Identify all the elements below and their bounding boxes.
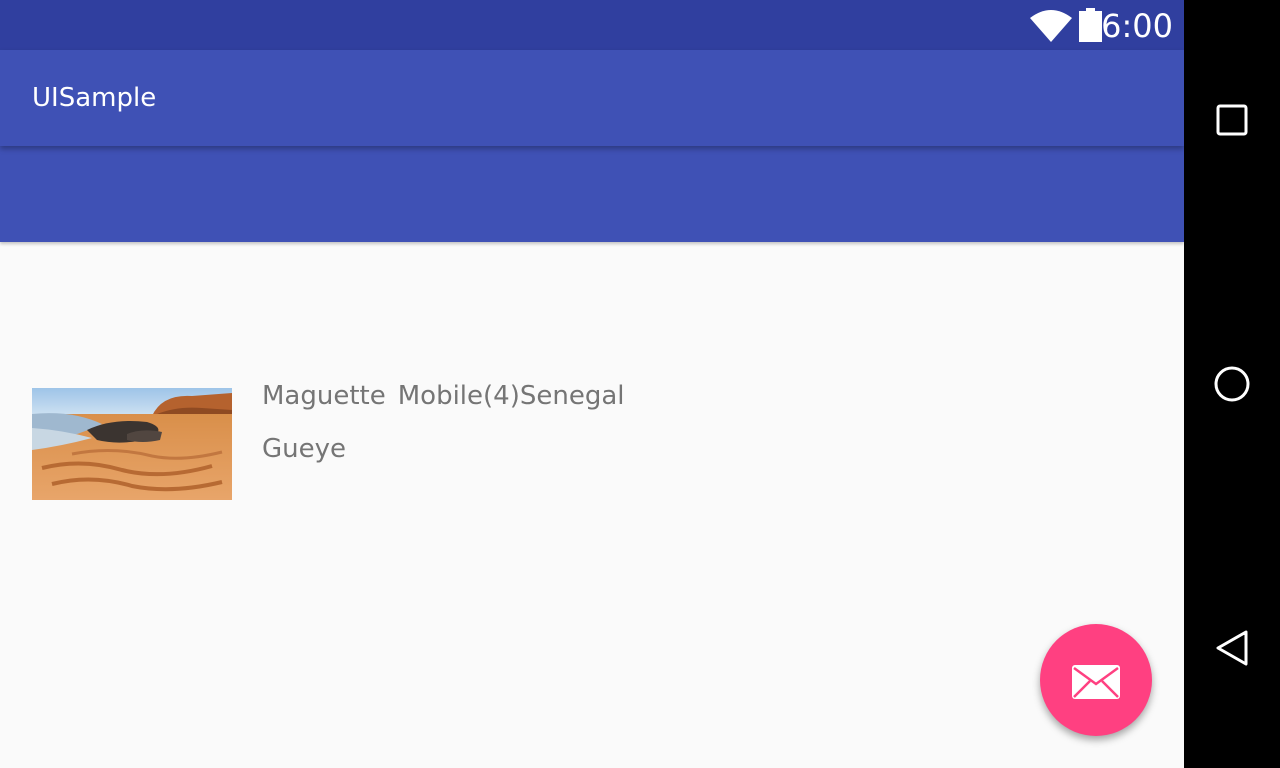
status-bar: 6:00 [0,0,1184,50]
list-item[interactable]: Maguette Mobile(4)Senegal Gueye [0,381,1184,500]
email-icon [1072,665,1120,699]
home-icon [1214,366,1250,402]
wifi-icon [1030,10,1072,42]
status-time: 6:00 [1101,7,1173,45]
contact-line-1: Maguette Mobile(4)Senegal [262,380,625,412]
app-screen: 6:00 UISample Maguette Mobile(4)Senegal … [0,0,1184,768]
contact-first-name: Maguette [262,381,386,411]
email-fab-button[interactable] [1040,624,1152,736]
app-title: UISample [32,83,157,113]
app-bar-extension [0,146,1184,242]
app-bar: UISample [0,50,1184,146]
contact-last-name: Gueye [262,434,347,464]
battery-icon [1079,8,1102,42]
beach-image [32,388,232,500]
back-button[interactable] [1184,600,1280,696]
back-icon [1216,630,1248,666]
recents-icon [1216,104,1248,136]
navigation-bar [1184,0,1280,768]
recents-button[interactable] [1184,72,1280,168]
home-button[interactable] [1184,336,1280,432]
contact-text: Maguette Mobile(4)Senegal Gueye [262,380,625,465]
contact-phone-label: Mobile(4)Senegal [397,381,625,411]
